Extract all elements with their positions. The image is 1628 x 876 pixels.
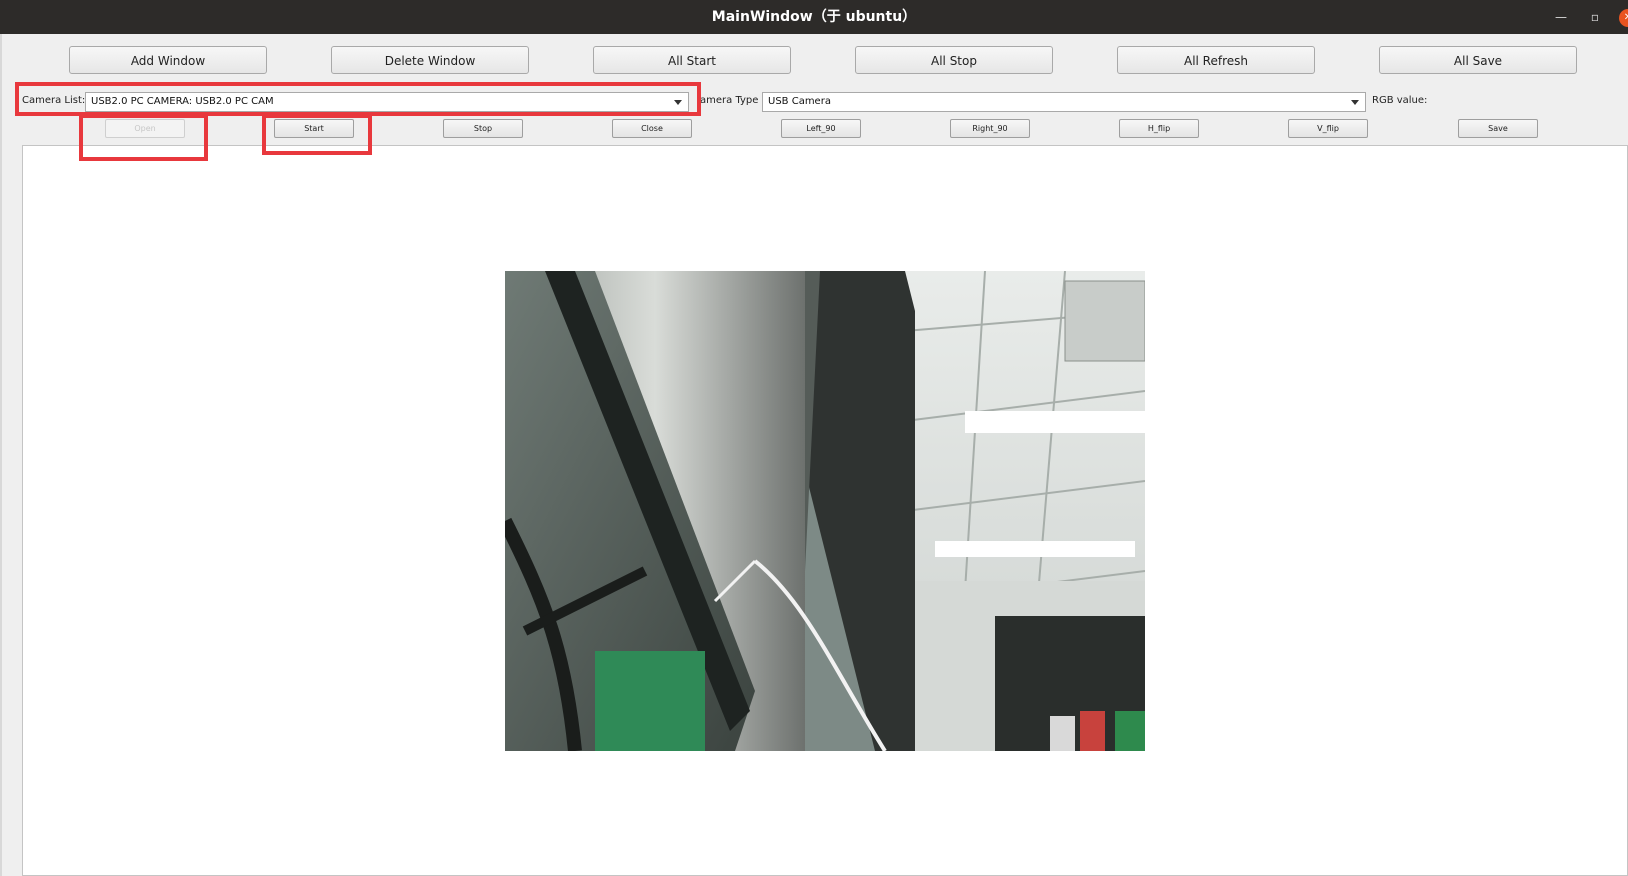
camera-type-value: USB Camera (768, 96, 831, 107)
close-button[interactable]: Close (612, 119, 692, 138)
chevron-down-icon (1351, 100, 1359, 105)
maximize-icon[interactable]: ▫ (1584, 0, 1606, 34)
all-stop-button[interactable]: All Stop (855, 46, 1053, 74)
camera-type-dropdown[interactable]: USB Camera (762, 92, 1366, 112)
all-save-button[interactable]: All Save (1379, 46, 1577, 74)
open-button-highlight (79, 114, 208, 161)
all-refresh-button[interactable]: All Refresh (1117, 46, 1315, 74)
save-button[interactable]: Save (1458, 119, 1538, 138)
minimize-icon[interactable]: — (1550, 0, 1572, 34)
stop-button[interactable]: Stop (443, 119, 523, 138)
camera-list-highlight (15, 82, 701, 116)
rotate-left-90-button[interactable]: Left_90 (781, 119, 861, 138)
delete-window-button[interactable]: Delete Window (331, 46, 529, 74)
camera-type-label: amera Type (700, 95, 759, 106)
window-title: MainWindow（于 ubuntu） (711, 9, 917, 25)
h-flip-button[interactable]: H_flip (1119, 119, 1199, 138)
start-button-highlight (262, 114, 372, 155)
v-flip-button[interactable]: V_flip (1288, 119, 1368, 138)
all-start-button[interactable]: All Start (593, 46, 791, 74)
title-bar: MainWindow（于 ubuntu） — ▫ ✕ (0, 0, 1628, 34)
add-window-button[interactable]: Add Window (69, 46, 267, 74)
camera-feed-image (505, 271, 1145, 751)
camera-feed-picture (505, 271, 1145, 751)
rotate-right-90-button[interactable]: Right_90 (950, 119, 1030, 138)
rgb-value-label: RGB value: (1372, 95, 1428, 106)
